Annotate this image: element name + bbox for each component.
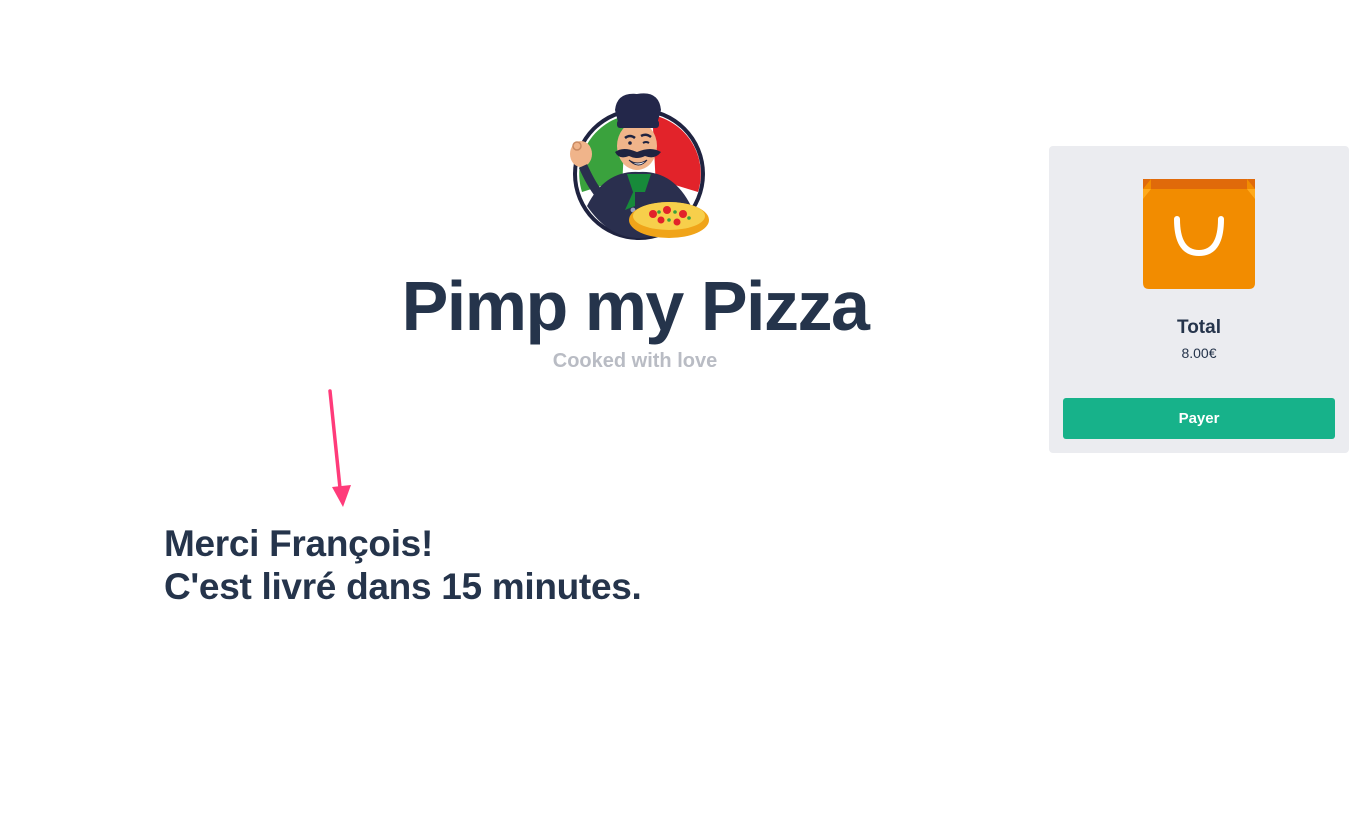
- arrow-down-icon: [320, 388, 360, 512]
- cart-panel: Total 8.00€ Payer: [1049, 146, 1349, 453]
- confirmation-thanks-line: Merci François!: [164, 523, 433, 564]
- pay-button[interactable]: Payer: [1063, 398, 1335, 439]
- page: Pimp my Pizza Cooked with love Merci Fra…: [0, 0, 1349, 839]
- brand-tagline: Cooked with love: [552, 350, 718, 372]
- confirmation-delivery-line: C'est livré dans 15 minutes.: [164, 566, 642, 607]
- pizza-chef-logo-icon: [565, 88, 711, 244]
- shopping-bag-icon: [1143, 179, 1255, 291]
- order-confirmation-message: Merci François! C'est livré dans 15 minu…: [164, 522, 642, 608]
- brand-title: Pimp my Pizza: [401, 267, 870, 345]
- cart-total-value: 8.00€: [1181, 345, 1217, 361]
- cart-total-label: Total: [1177, 317, 1221, 338]
